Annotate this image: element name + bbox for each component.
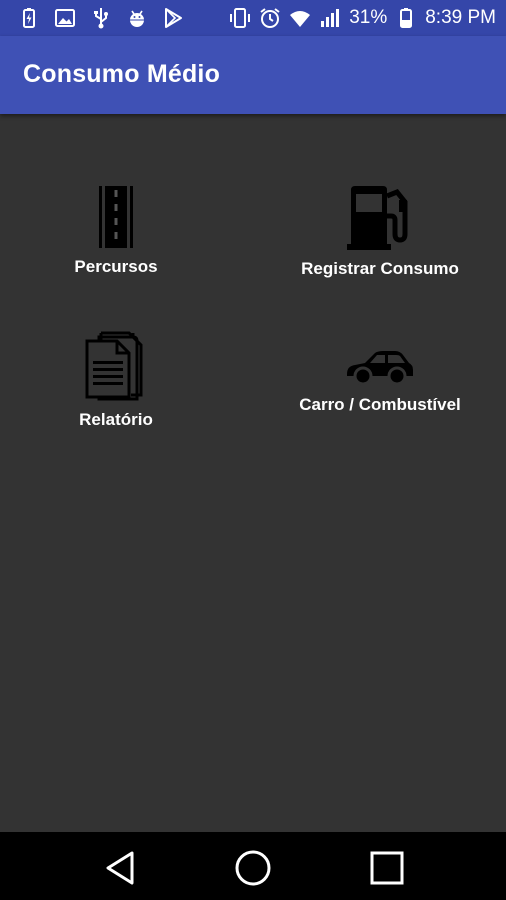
- menu-item-relatorio[interactable]: Relatório: [16, 331, 216, 430]
- wifi-icon: [290, 11, 311, 27]
- report-document-icon: [85, 331, 143, 401]
- recents-icon[interactable]: [367, 848, 407, 888]
- notification-icons: [18, 6, 184, 30]
- menu-item-label: Percursos: [74, 257, 158, 276]
- battery-icon: [400, 8, 413, 28]
- home-icon[interactable]: [233, 848, 273, 888]
- android-debug-icon: [130, 10, 144, 27]
- navigation-bar: [0, 832, 506, 900]
- alarm-icon: [260, 8, 280, 28]
- menu-item-percursos[interactable]: Percursos: [16, 186, 216, 277]
- menu-item-carro-combustivel[interactable]: Carro / Combustível: [280, 346, 480, 415]
- vibrate-icon: [230, 8, 251, 28]
- menu-item-registrar-consumo[interactable]: Registrar Consumo: [280, 184, 480, 279]
- battery-charging-icon: [23, 8, 35, 28]
- status-time: 8:39 PM: [425, 7, 496, 28]
- usb-icon: [94, 8, 108, 29]
- fuel-pump-icon: [347, 186, 408, 250]
- battery-percent: 31%: [349, 7, 388, 28]
- car-icon: [347, 351, 413, 386]
- image-icon: [55, 9, 75, 27]
- menu-item-label: Relatório: [79, 410, 153, 429]
- play-store-icon: [165, 8, 182, 28]
- menu-item-label: Registrar Consumo: [301, 259, 459, 278]
- menu-item-label: Carro / Combustível: [299, 395, 461, 414]
- signal-icon: [321, 9, 340, 27]
- road-icon: [99, 186, 133, 248]
- status-bar: 31% 8:39 PM: [0, 0, 506, 36]
- back-icon[interactable]: [100, 848, 140, 888]
- system-indicators: 31% 8:39 PM: [229, 4, 496, 32]
- app-title: Consumo Médio: [23, 60, 221, 88]
- app-bar: Consumo Médio: [0, 36, 506, 114]
